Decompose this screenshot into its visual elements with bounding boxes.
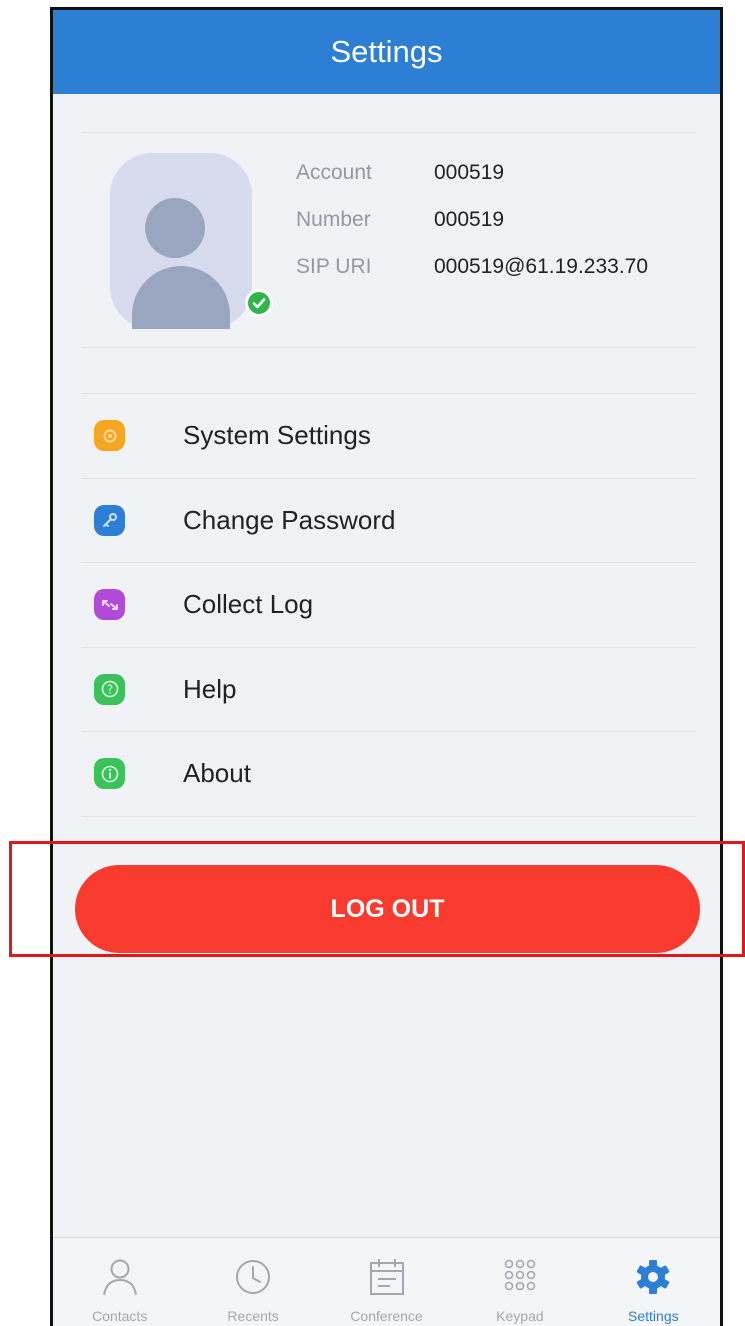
- account-label: Account: [296, 161, 372, 184]
- phone-screen: Settings Account 000519 Number 000519 SI…: [50, 7, 723, 1326]
- avatar[interactable]: [110, 153, 252, 329]
- tab-label: Keypad: [496, 1308, 544, 1324]
- clock-icon: [233, 1254, 273, 1300]
- keypad-icon: [503, 1254, 537, 1300]
- collect-log-icon: [94, 589, 125, 621]
- avatar-body: [132, 266, 230, 329]
- menu-item-label: About: [183, 758, 251, 789]
- number-label: Number: [296, 208, 371, 231]
- tab-conference[interactable]: Conference: [320, 1238, 453, 1326]
- account-value: 000519: [434, 161, 505, 184]
- number-value: 000519: [434, 208, 505, 231]
- menu-item-about[interactable]: About: [81, 732, 696, 817]
- menu-item-label: Change Password: [183, 504, 396, 535]
- tab-contacts[interactable]: Contacts: [53, 1238, 186, 1326]
- sip-uri-value: 000519@61.19.233.70: [434, 255, 649, 278]
- account-row: Account 000519: [296, 159, 674, 187]
- avatar-head: [145, 198, 205, 258]
- info-icon: [94, 758, 125, 790]
- tab-label: Contacts: [92, 1308, 148, 1324]
- tab-label: Settings: [628, 1308, 679, 1324]
- tab-label: Conference: [350, 1308, 423, 1324]
- number-row: Number 000519: [296, 206, 674, 234]
- profile-card: Account 000519 Number 000519 SIP URI 000…: [81, 132, 696, 348]
- menu-item-help[interactable]: ? Help: [81, 648, 696, 732]
- calendar-icon: [368, 1254, 406, 1300]
- bottom-tab-bar: Contacts Recents Conference Keypad Setti…: [53, 1237, 720, 1326]
- logout-label: LOG OUT: [330, 894, 445, 923]
- online-status-icon: [245, 289, 273, 317]
- page-title: Settings: [330, 34, 443, 69]
- settings-menu: System Settings Change Password Collect …: [81, 393, 696, 817]
- menu-item-label: Collect Log: [183, 589, 314, 620]
- tab-settings[interactable]: Settings: [587, 1238, 720, 1326]
- tab-label: Recents: [227, 1308, 279, 1324]
- tab-keypad[interactable]: Keypad: [453, 1238, 586, 1326]
- gear-icon: [633, 1254, 673, 1300]
- menu-item-change-password[interactable]: Change Password: [81, 479, 696, 563]
- sip-uri-label: SIP URI: [296, 255, 372, 278]
- help-icon: ?: [94, 673, 125, 705]
- menu-item-collect-log[interactable]: Collect Log: [81, 563, 696, 648]
- tab-recents[interactable]: Recents: [186, 1238, 319, 1326]
- menu-item-label: System Settings: [183, 420, 371, 451]
- sip-uri-row: SIP URI 000519@61.19.233.70: [296, 253, 674, 281]
- gear-icon: [94, 420, 125, 452]
- account-info: Account 000519 Number 000519 SIP URI 000…: [296, 159, 674, 300]
- menu-item-system-settings[interactable]: System Settings: [81, 394, 696, 479]
- contacts-icon: [101, 1254, 139, 1300]
- menu-item-label: Help: [183, 673, 237, 704]
- app-bar: Settings: [53, 10, 720, 94]
- logout-button[interactable]: LOG OUT: [75, 865, 700, 953]
- svg-text:?: ?: [106, 683, 112, 697]
- key-icon: [94, 504, 125, 536]
